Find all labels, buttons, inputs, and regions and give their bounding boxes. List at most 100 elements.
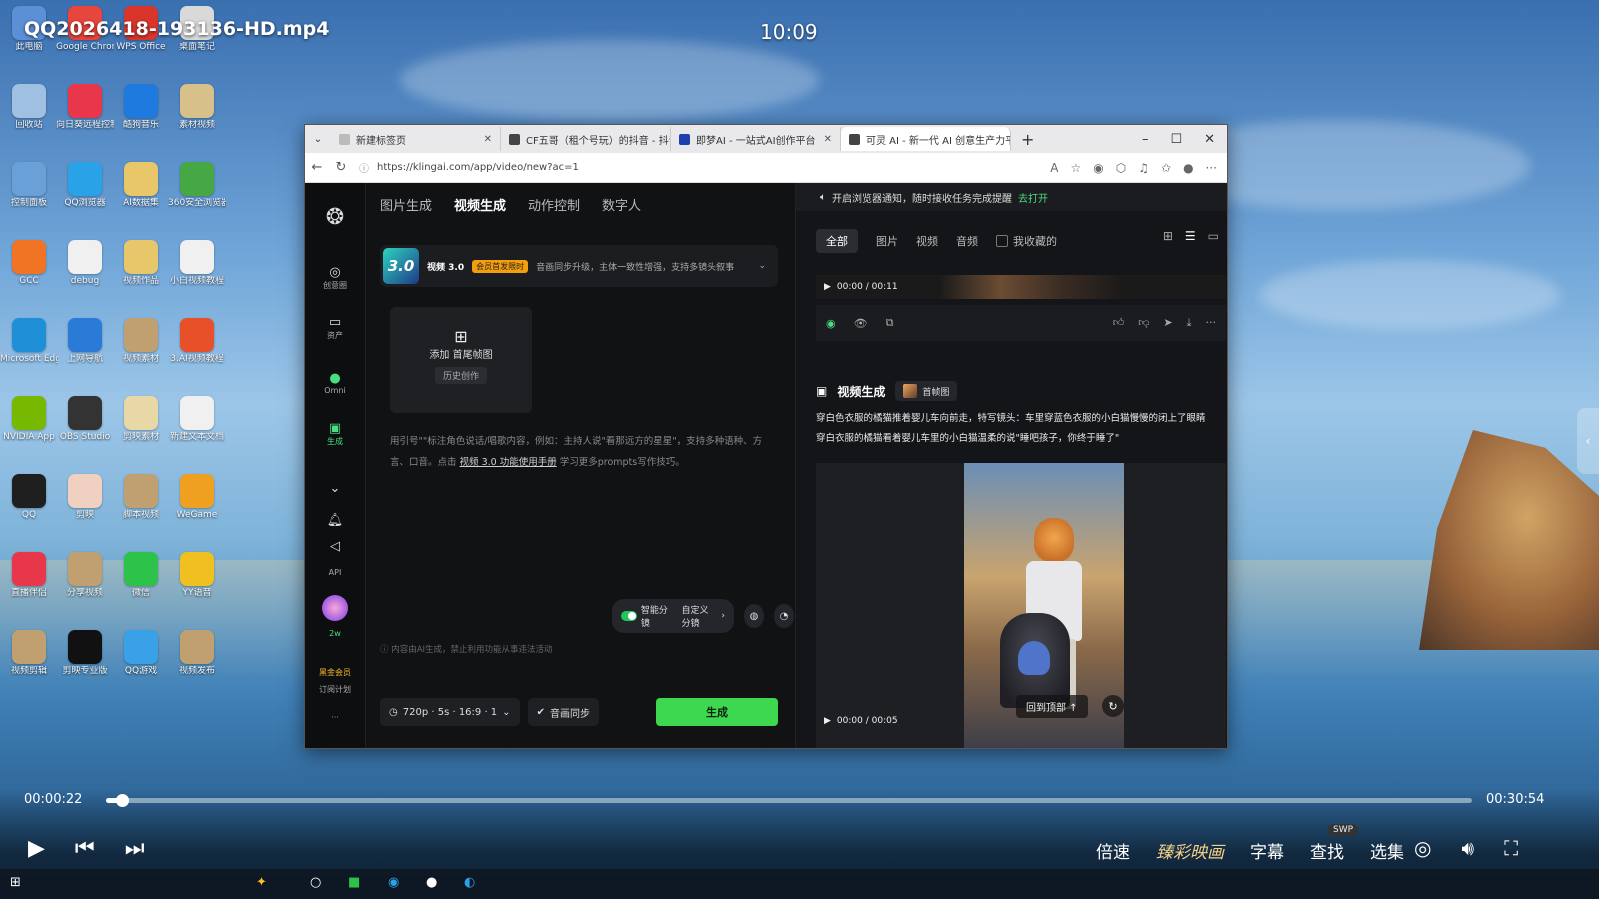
desktop-icon[interactable]: 视频作品 (112, 240, 170, 287)
desktop-icon[interactable]: Microsoft Edge (0, 318, 58, 365)
back-icon[interactable]: ← (305, 160, 329, 175)
play-icon[interactable]: ▶ (28, 836, 45, 861)
enable-notice-link[interactable]: 去打开 (1018, 190, 1048, 205)
first-frame-chip[interactable]: 首帧图 (895, 381, 958, 401)
volume-icon[interactable]: 🔊︎ (1461, 836, 1474, 860)
model-selector[interactable]: 3.0 视频 3.0 会员首发限时 音画同步升级，主体一致性增强，支持多镜头叙事… (380, 245, 778, 287)
tab-digital-human[interactable]: 数字人 (602, 195, 641, 214)
smart-shot-toggle[interactable]: 智能分镜 自定义分镜 › (612, 599, 734, 633)
desktop-icon[interactable]: WeGame (168, 474, 226, 521)
prompt-input[interactable]: 用引号""标注角色说话/唱歌内容，例如：主持人说"看那远方的星星"，支持多种语种… (390, 431, 774, 473)
url-field[interactable]: https://klingai.com/app/video/new?ac=1 (377, 162, 1050, 173)
desktop-icon[interactable]: 上网导航 (56, 318, 114, 365)
share-icon[interactable]: ➤ (1163, 316, 1172, 330)
windows-start-icon[interactable]: ⊞ (10, 875, 21, 890)
desktop-icon[interactable]: 视频剪辑 (0, 630, 58, 677)
previous-icon[interactable]: ⏮ (75, 836, 95, 861)
tab-motion-control[interactable]: 动作控制 (528, 195, 580, 214)
tab-kling[interactable]: 可灵 AI - 新一代 AI 创意生产力平✕ (841, 127, 1011, 151)
close-window-icon[interactable]: ✕ (1204, 132, 1215, 147)
filter-audio[interactable]: 音频 (956, 233, 978, 249)
desktop-icon[interactable]: 剪映专业版 (56, 630, 114, 677)
expand-icon[interactable]: ⌄ (305, 481, 365, 496)
new-tab-icon[interactable]: + (1021, 130, 1034, 149)
desktop-icon[interactable]: 视频发布 (168, 630, 226, 677)
custom-shot-label[interactable]: 自定义分镜 (682, 603, 718, 629)
kling-logo-icon[interactable]: ❂ (305, 205, 365, 230)
desktop-icon[interactable]: 新建文本文档 (168, 396, 226, 443)
side-pull-tab[interactable]: ‹ (1577, 408, 1599, 474)
desktop-icon[interactable]: 控制面板 (0, 162, 58, 209)
folder-icon[interactable]: ▭ (1208, 229, 1219, 243)
desktop-icon[interactable]: 脚本视频 (112, 474, 170, 521)
frame-upload[interactable]: ⊞ 添加 首尾帧图 历史创作 (390, 307, 532, 413)
edit-icon[interactable]: ⧉ (886, 316, 894, 330)
subscription-link[interactable]: 订阅计划 (305, 684, 365, 695)
maximize-icon[interactable]: ☐ (1170, 132, 1182, 147)
search-button[interactable]: 查找 SWP (1310, 824, 1359, 863)
settings-icon[interactable]: ◎ (1414, 836, 1431, 860)
wechat-taskbar-icon[interactable]: ■ (348, 875, 360, 890)
desktop-icon[interactable]: QQ (0, 474, 58, 521)
desktop-icon[interactable]: 360安全浏览器 (168, 162, 226, 209)
desktop-icon[interactable]: 微信 (112, 552, 170, 599)
pin-icon[interactable]: ◍ (743, 604, 764, 628)
episodes-button[interactable]: 选集 (1370, 838, 1404, 863)
qq-taskbar-icon[interactable]: ● (426, 875, 437, 890)
edge-taskbar-icon[interactable]: ◉ (388, 875, 399, 890)
settings-selector[interactable]: ◷ 720p · 5s · 16:9 · 1 ⌄ (380, 698, 520, 726)
puzzle-icon[interactable]: ⬡ (1116, 161, 1126, 175)
play-icon[interactable]: ▶ (824, 282, 831, 292)
desktop-icon[interactable]: 3.AI视频教程 (168, 318, 226, 365)
desktop-icon[interactable]: GCC (0, 240, 58, 287)
bell-icon[interactable]: 🔔︎ (305, 513, 365, 528)
next-icon[interactable]: ⏭ (125, 836, 145, 861)
back-to-top-button[interactable]: 回到顶部 ↑ (1016, 695, 1088, 718)
desktop-icon[interactable]: 剪映素材 (112, 396, 170, 443)
sparkle-icon[interactable]: ✦ (256, 875, 267, 890)
fullscreen-icon[interactable]: ⛶ (1504, 836, 1518, 860)
api-link[interactable]: API (305, 568, 365, 577)
more-icon[interactable]: ··· (1206, 161, 1217, 175)
rail-item-omni[interactable]: ● Omni (305, 371, 365, 395)
history-button[interactable]: 历史创作 (434, 367, 487, 384)
progress-slider[interactable] (106, 794, 1472, 807)
thumbs-up-icon[interactable]: 👍︎ (1113, 316, 1125, 330)
task-view-icon[interactable]: ○ (310, 875, 321, 890)
more-icon[interactable]: ··· (1206, 316, 1217, 330)
tab-video-gen[interactable]: 视频生成 (454, 195, 506, 214)
desktop-icon[interactable]: QQ游戏 (112, 630, 170, 677)
camera-icon[interactable]: ◔ (773, 604, 794, 628)
rail-item-assets[interactable]: ▭ 资产 (305, 315, 365, 341)
filter-all[interactable]: 全部 (816, 229, 858, 253)
desktop-icon[interactable]: debug (56, 240, 114, 287)
refresh-icon[interactable]: ↻ (1102, 695, 1124, 717)
desktop-icon[interactable]: YY语音 (168, 552, 226, 599)
rail-item-community[interactable]: ◎ 创意圈 (305, 265, 365, 291)
desktop-icon[interactable]: OBS Studio (56, 396, 114, 443)
avatar[interactable] (305, 595, 365, 621)
more-icon[interactable]: ··· (305, 713, 365, 722)
video-result-1[interactable]: ▶ 00:00 / 00:11 (816, 275, 1226, 299)
generate-button[interactable]: 生成 (656, 698, 778, 726)
manual-link[interactable]: 视频 3.0 功能使用手册 (460, 457, 557, 468)
subtitle-button[interactable]: 字幕 (1250, 838, 1284, 863)
thumbs-down-icon[interactable]: 👎︎ (1138, 316, 1149, 330)
filter-video[interactable]: 视频 (916, 233, 938, 249)
tab-new[interactable]: 新建标签页 ✕ (331, 127, 501, 151)
video-result-2[interactable]: 回到顶部 ↑ ↻ ▶ 00:00 / 00:05 (816, 463, 1226, 748)
browser-taskbar-icon[interactable]: ◐ (464, 875, 475, 890)
grid-view-icon[interactable]: ⊞ (1163, 229, 1173, 243)
download-icon[interactable]: ⤓ (1187, 316, 1192, 330)
desktop-icon[interactable]: 分享视频 (56, 552, 114, 599)
desktop-icon[interactable]: QQ浏览器 (56, 162, 114, 209)
close-icon[interactable]: ✕ (484, 134, 492, 145)
rail-item-generate[interactable]: ▣ 生成 (305, 421, 365, 447)
filter-image[interactable]: 图片 (876, 233, 898, 249)
desktop-icon[interactable]: AI数据集 (112, 162, 170, 209)
favorites-checkbox[interactable]: 我收藏的 (996, 233, 1057, 249)
desktop-icon[interactable]: 素材视频 (168, 84, 226, 131)
megaphone-icon[interactable]: ◁ (305, 539, 365, 554)
color-enhance-button[interactable]: 臻彩映画 (1156, 838, 1224, 863)
play-icon[interactable]: ▶ (824, 716, 831, 726)
